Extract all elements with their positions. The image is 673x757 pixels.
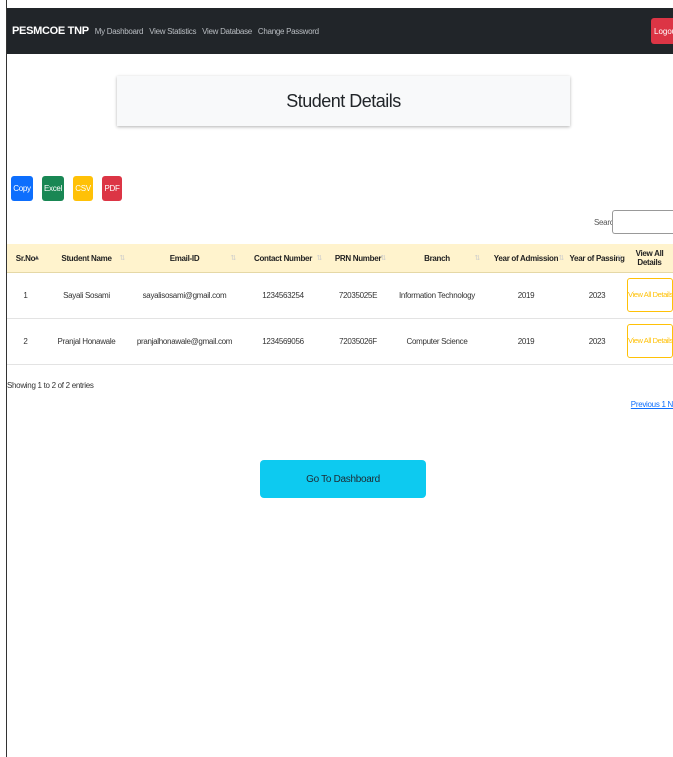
brand[interactable]: PESMCOE TNP (12, 25, 89, 37)
sort-asc-icon: ▲ (33, 254, 40, 262)
nav-change-password[interactable]: Change Password (258, 27, 319, 36)
cell-email: sayalisosami@gmail.com (129, 272, 240, 319)
cell-prn: 72035026F (326, 318, 390, 365)
cell-contact: 1234563254 (240, 272, 326, 319)
cell-passing-year: 2023 (568, 318, 626, 365)
sort-icon: ⇅ (616, 255, 622, 262)
cell-name: Sayali Sosami (44, 272, 129, 319)
pagination[interactable]: Previous 1 N (631, 400, 673, 409)
table-row: 2 Pranjal Honawale pranjalhonawale@gmail… (7, 318, 673, 365)
table-row: 1 Sayali Sosami sayalisosami@gmail.com 1… (7, 272, 673, 319)
pdf-button[interactable]: PDF (102, 176, 122, 201)
export-buttons: Copy Excel CSV PDF (11, 176, 122, 201)
excel-button[interactable]: Excel (42, 176, 64, 201)
go-to-dashboard-button[interactable]: Go To Dashboard (260, 460, 426, 498)
sort-icon: ⇅ (230, 255, 236, 262)
cell-actions: View All Details (626, 318, 673, 365)
cell-srno: 2 (7, 318, 44, 365)
nav-my-dashboard[interactable]: My Dashboard (95, 27, 144, 36)
sort-icon: ⇅ (119, 255, 125, 262)
column-header[interactable]: Year of Passing ⇅ (568, 244, 626, 273)
cell-actions: View All Details (626, 272, 673, 319)
sort-icon: ⇅ (316, 255, 322, 262)
cell-name: Pranjal Honawale (44, 318, 129, 365)
column-header[interactable]: Contact Number ⇅ (240, 244, 326, 273)
table-info: Showing 1 to 2 of 2 entries (7, 381, 94, 390)
page-title: Student Details (286, 90, 401, 111)
copy-button[interactable]: Copy (11, 176, 33, 201)
cell-admission-year: 2019 (484, 318, 568, 365)
view-all-details-button[interactable]: View All Details (627, 323, 673, 358)
table-header-row: Sr.No ▲ Student Name ⇅ Email-ID ⇅ Contact N… (7, 244, 673, 273)
column-header[interactable]: Student Name ⇅ (44, 244, 129, 273)
column-header[interactable]: View All Details (626, 244, 673, 273)
nav-view-statistics[interactable]: View Statistics (149, 27, 196, 36)
cell-passing-year: 2023 (568, 272, 626, 319)
sort-icon: ⇅ (558, 255, 564, 262)
column-header[interactable]: Branch ⇅ (390, 244, 484, 273)
nav-view-database[interactable]: View Database (202, 27, 252, 36)
cell-branch: Information Technology (390, 272, 484, 319)
column-header[interactable]: Year of Admission ⇅ (484, 244, 568, 273)
cell-contact: 1234569056 (240, 318, 326, 365)
cell-admission-year: 2019 (484, 272, 568, 319)
logout-button[interactable]: Logout (651, 18, 673, 44)
students-table: Sr.No ▲ Student Name ⇅ Email-ID ⇅ Contact N… (7, 244, 673, 365)
cell-branch: Computer Science (390, 318, 484, 365)
page-title-card: Student Details (117, 76, 570, 126)
column-header[interactable]: PRN Number ⇅ (326, 244, 390, 273)
csv-button[interactable]: CSV (73, 176, 93, 201)
cell-srno: 1 (7, 272, 44, 319)
view-all-details-button[interactable]: View All Details (627, 277, 673, 312)
navbar: PESMCOE TNP My Dashboard View Statistics… (7, 8, 673, 54)
column-header[interactable]: Email-ID ⇅ (129, 244, 240, 273)
cell-email: pranjalhonawale@gmail.com (129, 318, 240, 365)
search-input[interactable] (612, 210, 673, 234)
column-header[interactable]: Sr.No ▲ (7, 244, 44, 273)
cell-prn: 72035025E (326, 272, 390, 319)
sort-icon: ⇅ (474, 255, 480, 262)
sort-icon: ⇅ (380, 255, 386, 262)
